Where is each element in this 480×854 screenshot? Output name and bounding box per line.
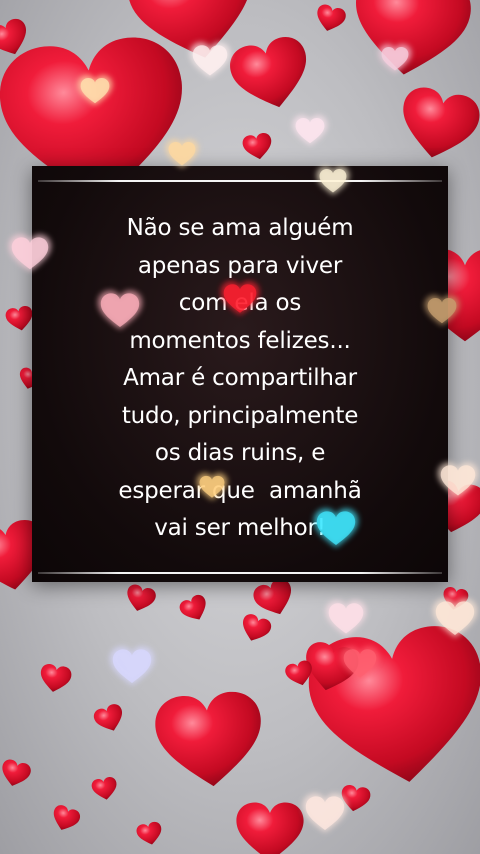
quote-card: Não se ama alguém apenas para viver com …: [32, 166, 448, 582]
heart-icon: [123, 582, 158, 615]
heart-icon: [152, 689, 267, 791]
heart-icon: [48, 803, 83, 835]
heart-icon: [441, 585, 470, 612]
quote-line: com ela os: [178, 290, 302, 316]
quote-line: tudo, principalmente: [121, 402, 359, 429]
heart-icon: [241, 131, 275, 162]
heart-icon: [346, 0, 475, 83]
heart-icon: [4, 304, 36, 333]
quote-line: Amar é compartilhar: [123, 365, 357, 391]
quote-line: vai ser melhor!: [154, 515, 326, 541]
quote-line: esperar que amanhã: [118, 477, 362, 504]
heart-icon: [37, 662, 73, 695]
heart-icon: [90, 775, 119, 802]
quote-line: os dias ruins, e: [154, 440, 326, 466]
heart-icon: [313, 2, 348, 35]
heart-icon: [135, 820, 165, 848]
bottom-divider: [38, 572, 442, 574]
heart-icon: [394, 83, 480, 166]
heart-icon: [0, 757, 33, 790]
heart-icon: [236, 802, 304, 854]
top-divider: [38, 180, 442, 182]
quote-text: Não se ama alguém apenas para viver com …: [32, 210, 448, 548]
quote-line: apenas para viver: [137, 252, 343, 279]
heart-icon: [225, 32, 317, 117]
quote-line: momentos felizes...: [129, 327, 351, 354]
quote-line: Não se ama alguém: [126, 215, 354, 241]
heart-icon: [338, 783, 372, 814]
heart-icon: [250, 575, 299, 621]
heart-icon: [237, 611, 274, 646]
heart-icon: [177, 592, 212, 626]
heart-icon: [91, 701, 128, 736]
